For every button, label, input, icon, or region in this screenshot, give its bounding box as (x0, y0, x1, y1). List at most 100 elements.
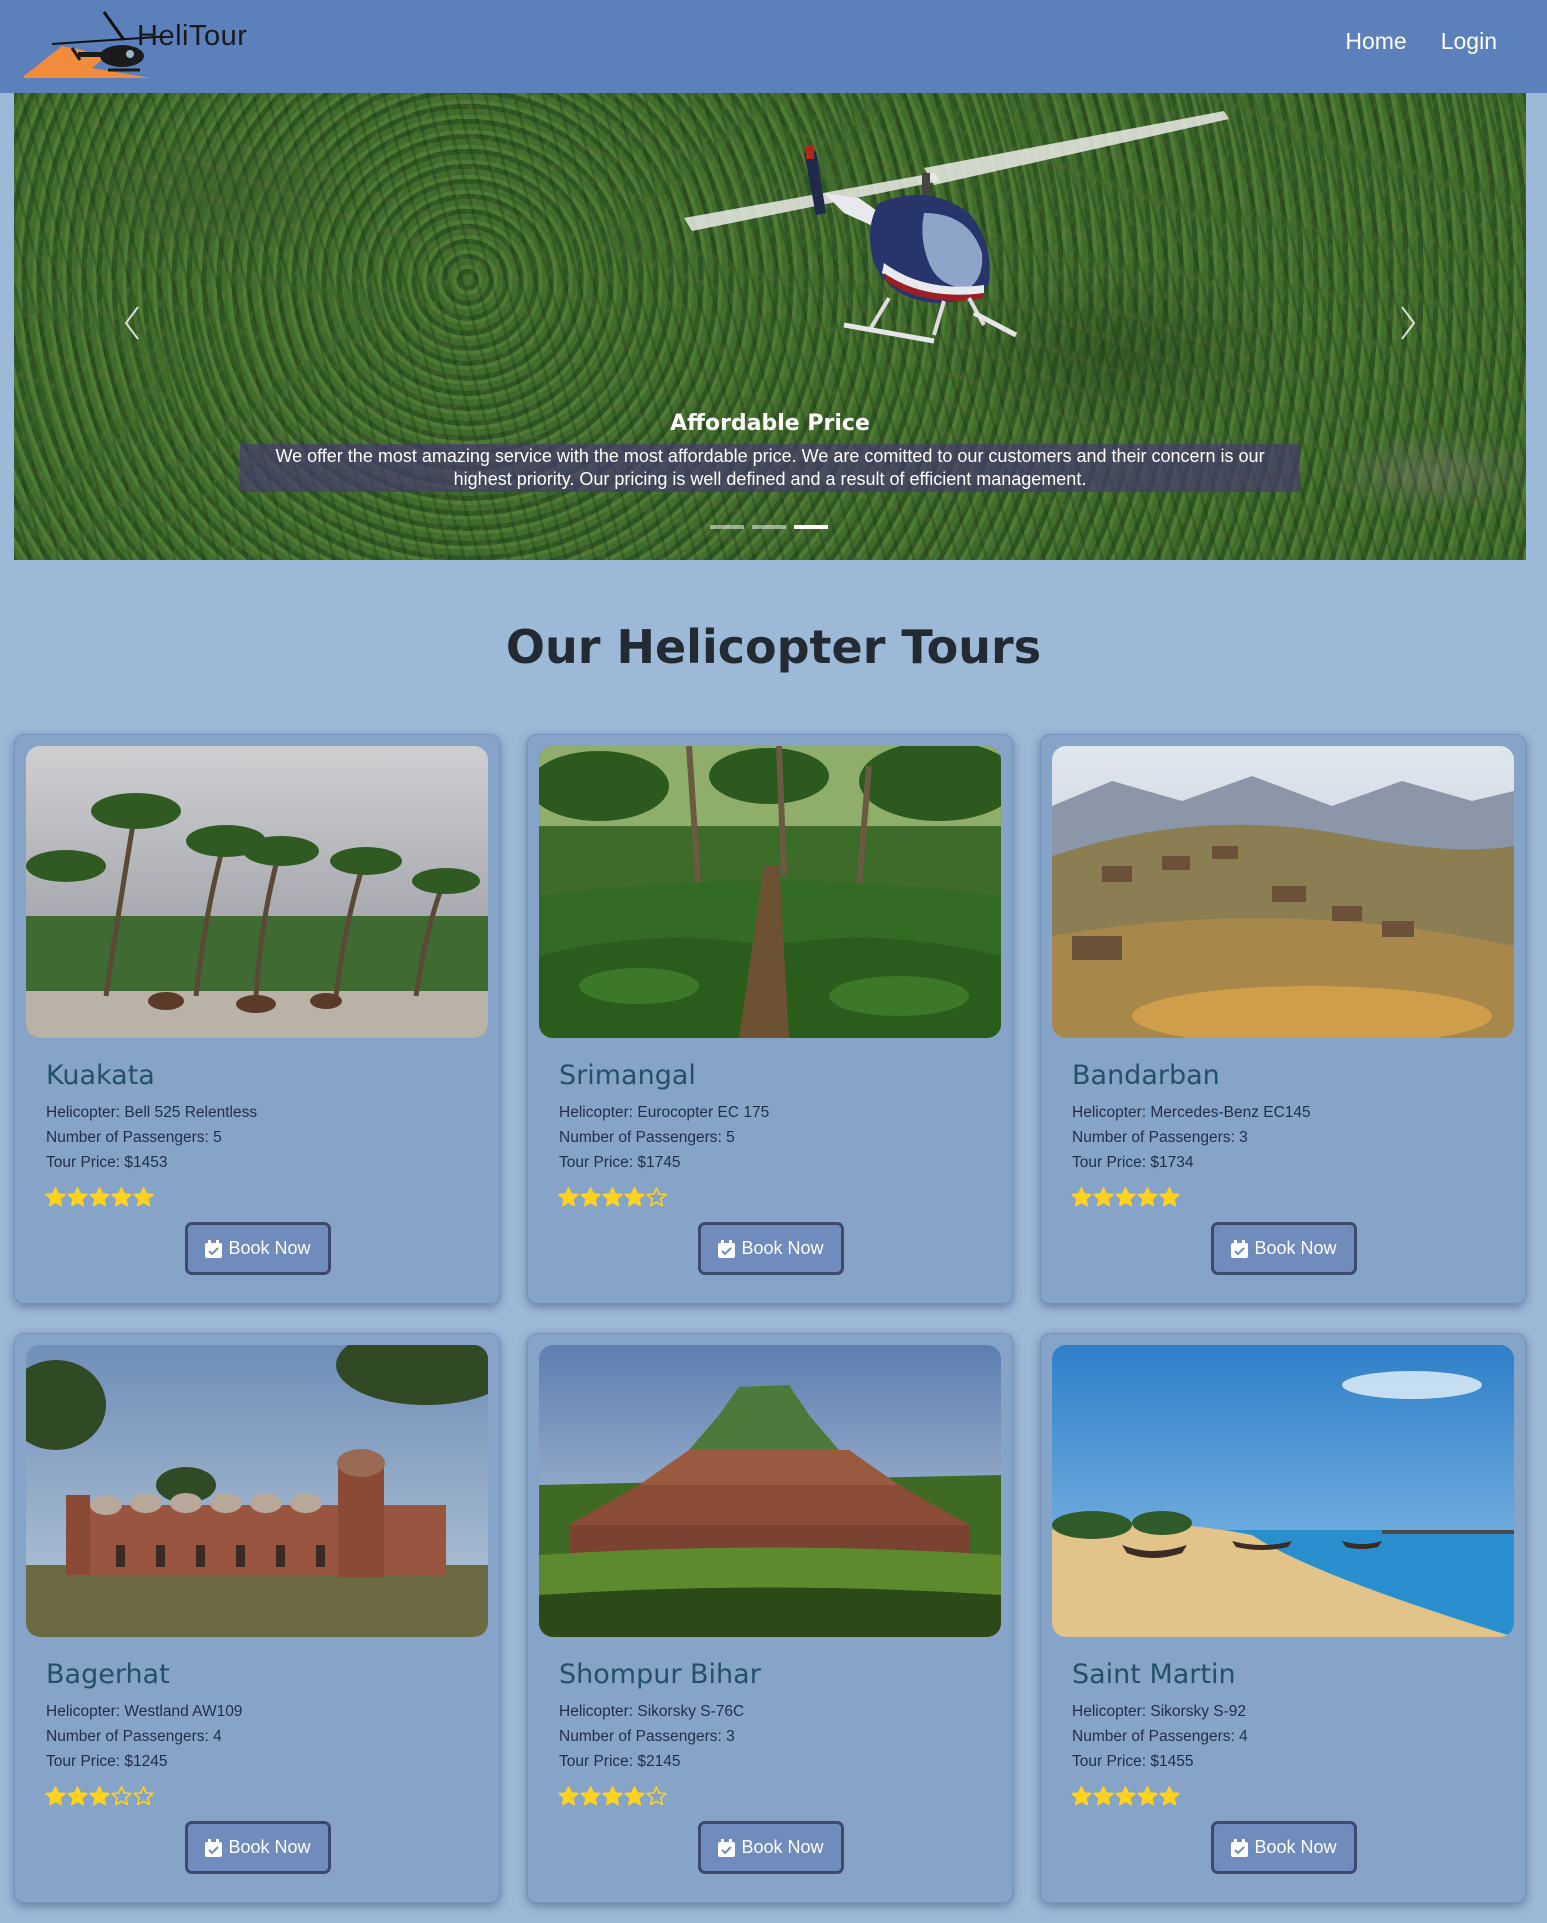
star-filled-icon (67, 1187, 88, 1207)
nav-login-link[interactable]: Login (1441, 28, 1497, 55)
book-now-button[interactable]: Book Now (698, 1821, 844, 1874)
carousel-indicator-3[interactable] (794, 525, 828, 529)
tour-price: Tour Price: $1453 (46, 1154, 168, 1171)
tour-name: Shompur Bihar (559, 1659, 761, 1690)
tour-helicopter: Helicopter: Westland AW109 (46, 1703, 243, 1720)
tour-name: Bandarban (1072, 1060, 1220, 1091)
star-filled-icon (67, 1786, 88, 1806)
tour-passengers: Number of Passengers: 4 (1072, 1728, 1248, 1745)
carousel-prev-button[interactable] (114, 293, 154, 353)
tour-helicopter: Helicopter: Sikorsky S-92 (1072, 1703, 1247, 1720)
tour-helicopter: Helicopter: Bell 525 Relentless (46, 1104, 258, 1121)
star-filled-icon (1137, 1187, 1158, 1207)
tour-card: Saint Martin Helicopter: Sikorsky S-92 N… (1040, 1333, 1526, 1903)
star-filled-icon (624, 1187, 645, 1207)
star-filled-icon (89, 1187, 110, 1207)
tour-price: Tour Price: $2145 (559, 1753, 681, 1770)
tour-helicopter: Helicopter: Sikorsky S-76C (559, 1703, 745, 1720)
tour-image (539, 1345, 1001, 1637)
star-filled-icon (558, 1187, 579, 1207)
star-filled-icon (1137, 1786, 1158, 1806)
book-now-button[interactable]: Book Now (1211, 1821, 1357, 1874)
book-now-button[interactable]: Book Now (185, 1222, 331, 1275)
tour-card: Bagerhat Helicopter: Westland AW109 Numb… (14, 1333, 500, 1903)
calendar-check-icon (718, 1239, 736, 1258)
calendar-check-icon (205, 1239, 223, 1258)
book-now-button[interactable]: Book Now (1211, 1222, 1357, 1275)
caption-text: We offer the most amazing service with t… (240, 444, 1300, 492)
carousel-next-button[interactable] (1388, 293, 1428, 353)
book-now-button[interactable]: Book Now (185, 1821, 331, 1874)
calendar-check-icon (1231, 1239, 1249, 1258)
calendar-check-icon (205, 1838, 223, 1857)
book-now-button[interactable]: Book Now (698, 1222, 844, 1275)
book-now-label: Book Now (228, 1837, 311, 1857)
tour-price: Tour Price: $1734 (1072, 1154, 1194, 1171)
chevron-right-icon (1401, 306, 1416, 340)
rating-stars (558, 1786, 667, 1807)
nav-home-link[interactable]: Home (1345, 28, 1406, 55)
nav-links: Home Login (1345, 28, 1497, 55)
rating-stars (1071, 1786, 1180, 1807)
star-filled-icon (1071, 1187, 1092, 1207)
star-filled-icon (89, 1786, 110, 1806)
tour-card: Kuakata Helicopter: Bell 525 Relentless … (14, 734, 500, 1304)
star-filled-icon (45, 1786, 66, 1806)
book-now-label: Book Now (1254, 1238, 1337, 1258)
tour-image (539, 746, 1001, 1038)
tour-helicopter: Helicopter: Mercedes-Benz EC145 (1072, 1104, 1311, 1121)
helicopter-image (684, 111, 1229, 344)
tour-passengers: Number of Passengers: 4 (46, 1728, 222, 1745)
star-filled-icon (111, 1187, 132, 1207)
tour-image (26, 746, 488, 1038)
section-title: Our Helicopter Tours (505, 620, 1042, 674)
book-now-label: Book Now (741, 1837, 824, 1857)
tour-name: Saint Martin (1072, 1659, 1236, 1690)
tour-passengers: Number of Passengers: 3 (1072, 1129, 1248, 1146)
star-outline-icon (646, 1786, 667, 1806)
tour-price: Tour Price: $1245 (46, 1753, 168, 1770)
carousel-caption: Affordable Price We offer the most amazi… (14, 411, 1526, 492)
tour-price: Tour Price: $1745 (559, 1154, 681, 1171)
carousel-indicator-2[interactable] (752, 525, 786, 529)
star-filled-icon (1093, 1187, 1114, 1207)
star-filled-icon (1159, 1187, 1180, 1207)
rating-stars (558, 1187, 667, 1208)
tour-name: Bagerhat (46, 1659, 170, 1690)
caption-title: Affordable Price (670, 411, 870, 436)
rating-stars (1071, 1187, 1180, 1208)
rating-stars (45, 1786, 154, 1807)
star-filled-icon (1159, 1786, 1180, 1806)
tour-image (1052, 1345, 1514, 1637)
navbar: HeliTour Home Login (0, 0, 1547, 93)
star-outline-icon (646, 1187, 667, 1207)
carousel-indicators (710, 525, 828, 529)
tour-passengers: Number of Passengers: 3 (559, 1728, 735, 1745)
tour-name: Kuakata (46, 1060, 155, 1091)
book-now-label: Book Now (741, 1238, 824, 1258)
rating-stars (45, 1187, 154, 1208)
calendar-check-icon (718, 1838, 736, 1857)
star-filled-icon (1115, 1786, 1136, 1806)
chevron-left-icon (124, 306, 139, 340)
star-filled-icon (602, 1786, 623, 1806)
tour-image (1052, 746, 1514, 1038)
book-now-label: Book Now (228, 1238, 311, 1258)
tour-passengers: Number of Passengers: 5 (559, 1129, 735, 1146)
star-filled-icon (558, 1786, 579, 1806)
carousel-indicator-1[interactable] (710, 525, 744, 529)
calendar-check-icon (1231, 1838, 1249, 1857)
star-filled-icon (624, 1786, 645, 1806)
book-now-label: Book Now (1254, 1837, 1337, 1857)
tour-card: Bandarban Helicopter: Mercedes-Benz EC14… (1040, 734, 1526, 1304)
tour-passengers: Number of Passengers: 5 (46, 1129, 222, 1146)
star-filled-icon (602, 1187, 623, 1207)
hero-carousel: Affordable Price We offer the most amazi… (14, 93, 1526, 560)
tour-card: Shompur Bihar Helicopter: Sikorsky S-76C… (527, 1333, 1013, 1903)
star-filled-icon (580, 1786, 601, 1806)
brand-logo[interactable]: HeliTour (22, 8, 272, 84)
brand-name: HeliTour (137, 20, 248, 52)
star-filled-icon (1115, 1187, 1136, 1207)
star-outline-icon (111, 1786, 132, 1806)
tour-price: Tour Price: $1455 (1072, 1753, 1194, 1770)
